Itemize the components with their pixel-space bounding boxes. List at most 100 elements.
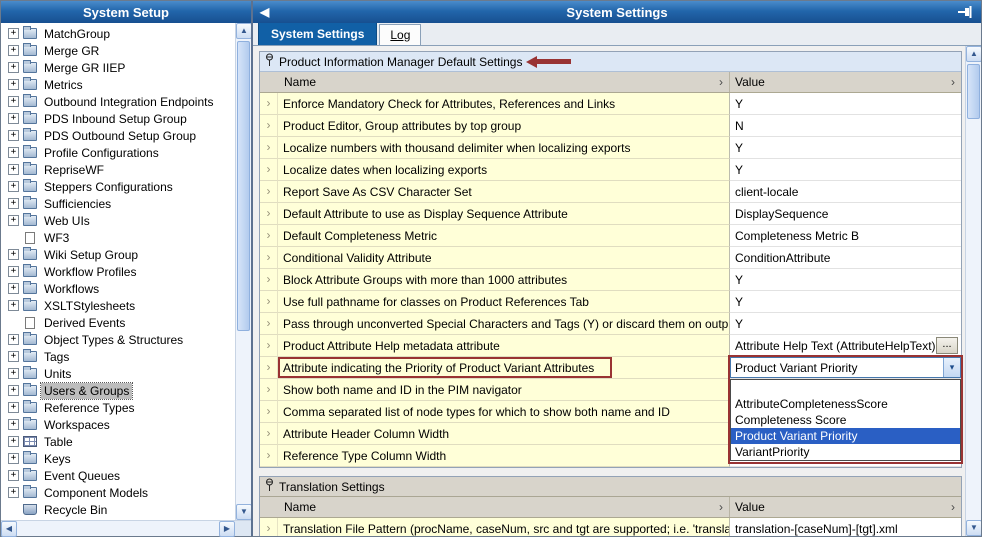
scrollbar-track[interactable] xyxy=(966,62,981,520)
browse-button[interactable]: ... xyxy=(936,337,958,354)
row-expand-icon[interactable]: › xyxy=(260,291,278,313)
tree-item-xsltstylesheets[interactable]: +XSLTStylesheets xyxy=(1,297,235,314)
tree-item-keys[interactable]: +Keys xyxy=(1,450,235,467)
scroll-up-icon[interactable]: ▲ xyxy=(966,46,981,62)
tree-vertical-scrollbar[interactable]: ▲ ▼ xyxy=(235,23,251,520)
row-expand-icon[interactable]: › xyxy=(260,115,278,137)
scrollbar-thumb[interactable] xyxy=(967,64,980,119)
row-expand-icon[interactable]: › xyxy=(260,401,278,423)
expand-plus-icon[interactable]: + xyxy=(8,266,19,277)
expand-plus-icon[interactable]: + xyxy=(8,283,19,294)
scroll-left-icon[interactable]: ◀ xyxy=(1,521,17,537)
tree-item-table[interactable]: +Table xyxy=(1,433,235,450)
row-expand-icon[interactable]: › xyxy=(260,518,278,536)
dropdown-option-variantpriority[interactable]: VariantPriority xyxy=(731,444,960,460)
expand-plus-icon[interactable]: + xyxy=(8,249,19,260)
pin-icon[interactable] xyxy=(958,5,973,22)
expand-plus-icon[interactable]: + xyxy=(8,419,19,430)
expand-plus-icon[interactable]: + xyxy=(8,402,19,413)
scrollbar-track-horizontal[interactable] xyxy=(17,521,219,536)
tree-item-web-uis[interactable]: +Web UIs xyxy=(1,212,235,229)
row-expand-icon[interactable]: › xyxy=(260,269,278,291)
expand-plus-icon[interactable]: + xyxy=(8,470,19,481)
tree-item-merge-gr-iiep[interactable]: +Merge GR IIEP xyxy=(1,59,235,76)
tree-item-workspaces[interactable]: +Workspaces xyxy=(1,416,235,433)
scroll-down-icon[interactable]: ▼ xyxy=(966,520,981,536)
expand-plus-icon[interactable]: + xyxy=(8,334,19,345)
expand-plus-icon[interactable]: + xyxy=(8,368,19,379)
tree-horizontal-scrollbar[interactable]: ◀ ▶ xyxy=(1,520,251,536)
variant-priority-combobox[interactable]: Product Variant Priority▾ xyxy=(730,357,961,378)
tree-item-merge-gr[interactable]: +Merge GR xyxy=(1,42,235,59)
row-expand-icon[interactable]: › xyxy=(260,247,278,269)
tree-item-wiki-setup-group[interactable]: +Wiki Setup Group xyxy=(1,246,235,263)
row-expand-icon[interactable]: › xyxy=(260,181,278,203)
content-vertical-scrollbar[interactable]: ▲ ▼ xyxy=(965,46,981,536)
tree-item-workflows[interactable]: +Workflows xyxy=(1,280,235,297)
tree-item-reference-types[interactable]: +Reference Types xyxy=(1,399,235,416)
row-expand-icon[interactable]: › xyxy=(260,445,278,467)
row-expand-icon[interactable]: › xyxy=(260,225,278,247)
tree-item-metrics[interactable]: +Metrics xyxy=(1,76,235,93)
tree-item-reprisewf[interactable]: +RepriseWF xyxy=(1,161,235,178)
back-icon[interactable]: ◀ xyxy=(260,5,269,19)
row-expand-icon[interactable]: › xyxy=(260,93,278,115)
expand-plus-icon[interactable]: + xyxy=(8,215,19,226)
tree-item-sufficiencies[interactable]: +Sufficiencies xyxy=(1,195,235,212)
expand-plus-icon[interactable]: + xyxy=(8,113,19,124)
row-expand-icon[interactable]: › xyxy=(260,159,278,181)
combobox-chevron-icon[interactable]: ▾ xyxy=(943,358,960,377)
column-chevron-icon[interactable]: › xyxy=(719,75,723,89)
expand-plus-icon[interactable]: + xyxy=(8,130,19,141)
value-column-header[interactable]: Value › xyxy=(730,497,961,517)
expand-plus-icon[interactable]: + xyxy=(8,436,19,447)
column-chevron-icon[interactable]: › xyxy=(951,500,955,514)
row-expand-icon[interactable]: › xyxy=(260,203,278,225)
tree-item-steppers-configurations[interactable]: +Steppers Configurations xyxy=(1,178,235,195)
expand-plus-icon[interactable]: + xyxy=(8,198,19,209)
expand-plus-icon[interactable]: + xyxy=(8,487,19,498)
row-expand-icon[interactable]: › xyxy=(260,357,278,379)
expand-plus-icon[interactable]: + xyxy=(8,351,19,362)
expand-plus-icon[interactable]: + xyxy=(8,300,19,311)
expand-plus-icon[interactable]: + xyxy=(8,96,19,107)
expand-plus-icon[interactable]: + xyxy=(8,62,19,73)
tree-item-profile-configurations[interactable]: +Profile Configurations xyxy=(1,144,235,161)
row-expand-icon[interactable]: › xyxy=(260,137,278,159)
row-expand-icon[interactable]: › xyxy=(260,313,278,335)
scroll-up-icon[interactable]: ▲ xyxy=(236,23,251,39)
dropdown-option-attributecompletenessscore[interactable]: AttributeCompletenessScore xyxy=(731,396,960,412)
dropdown-option-empty[interactable] xyxy=(731,380,960,396)
scrollbar-thumb[interactable] xyxy=(237,41,250,331)
tree-item-recycle-bin[interactable]: Recycle Bin xyxy=(1,501,235,518)
tree-item-matchgroup[interactable]: +MatchGroup xyxy=(1,25,235,42)
row-expand-icon[interactable]: › xyxy=(260,379,278,401)
row-expand-icon[interactable]: › xyxy=(260,335,278,357)
value-column-header[interactable]: Value › xyxy=(730,72,961,92)
name-column-header[interactable]: Name › xyxy=(260,497,730,517)
scroll-down-icon[interactable]: ▼ xyxy=(236,504,251,520)
tree-item-pds-inbound-setup-group[interactable]: +PDS Inbound Setup Group xyxy=(1,110,235,127)
expand-plus-icon[interactable]: + xyxy=(8,453,19,464)
tree-item-units[interactable]: +Units xyxy=(1,365,235,382)
column-chevron-icon[interactable]: › xyxy=(719,500,723,514)
dropdown-option-completeness-score[interactable]: Completeness Score xyxy=(731,412,960,428)
row-expand-icon[interactable]: › xyxy=(260,423,278,445)
name-column-header[interactable]: Name › xyxy=(260,72,730,92)
expand-plus-icon[interactable]: + xyxy=(8,147,19,158)
expand-plus-icon[interactable]: + xyxy=(8,181,19,192)
scroll-right-icon[interactable]: ▶ xyxy=(219,521,235,537)
expand-plus-icon[interactable]: + xyxy=(8,385,19,396)
expand-plus-icon[interactable]: + xyxy=(8,79,19,90)
expand-plus-icon[interactable]: + xyxy=(8,45,19,56)
tree-item-pds-outbound-setup-group[interactable]: +PDS Outbound Setup Group xyxy=(1,127,235,144)
dropdown-option-product-variant-priority[interactable]: Product Variant Priority xyxy=(731,428,960,444)
tab-system-settings[interactable]: System Settings xyxy=(258,22,377,45)
tree-item-outbound-integration-endpoints[interactable]: +Outbound Integration Endpoints xyxy=(1,93,235,110)
expand-plus-icon[interactable]: + xyxy=(8,28,19,39)
expand-plus-icon[interactable]: + xyxy=(8,164,19,175)
tree-item-object-types-structures[interactable]: +Object Types & Structures xyxy=(1,331,235,348)
tree-item-workflow-profiles[interactable]: +Workflow Profiles xyxy=(1,263,235,280)
tree-item-component-models[interactable]: +Component Models xyxy=(1,484,235,501)
tree-item-users-groups[interactable]: +Users & Groups xyxy=(1,382,235,399)
